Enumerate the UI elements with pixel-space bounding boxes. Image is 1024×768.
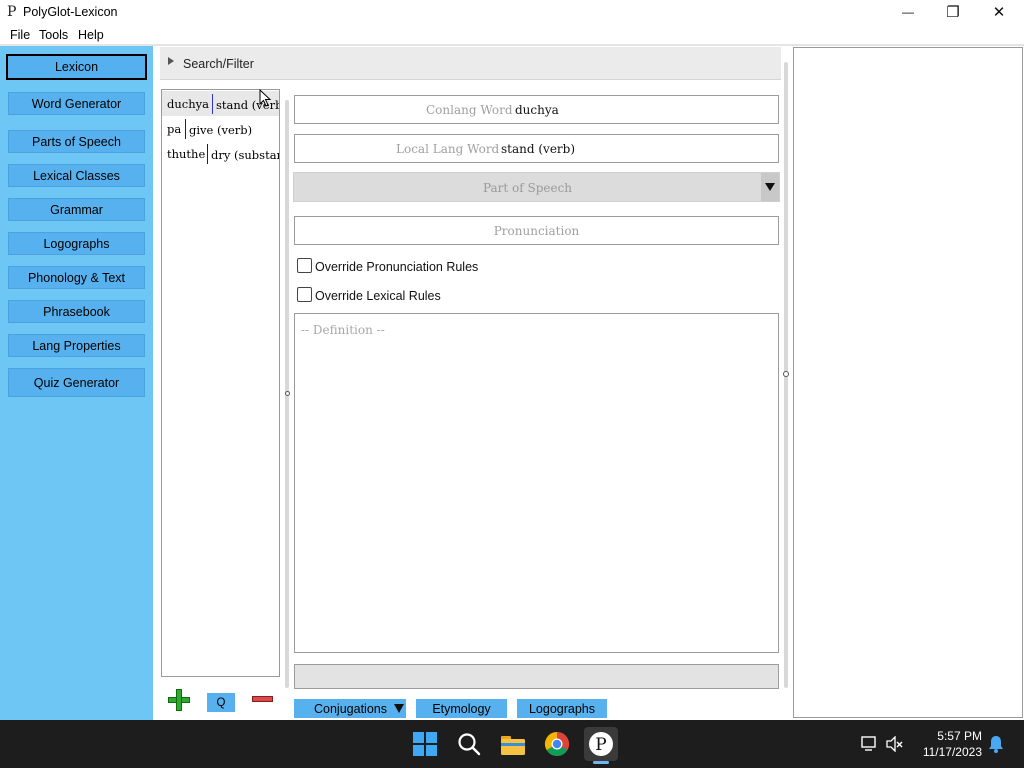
start-icon[interactable] [412, 731, 438, 757]
clock-time[interactable]: 5:57 PM [920, 729, 982, 743]
conlang-word-placeholder: Conlang Word [426, 103, 513, 117]
sidebar-item-word-generator[interactable]: Word Generator [8, 92, 145, 115]
conjugations-label: Conjugations [314, 701, 387, 716]
conlang-word: duchya [167, 97, 209, 111]
definition-placeholder: -- Definition -- [301, 323, 385, 337]
menu-file[interactable]: File [10, 28, 30, 42]
logographs-button[interactable]: Logographs [517, 699, 607, 718]
local-word-value: stand (verb) [501, 142, 576, 156]
column-separator [185, 119, 186, 139]
close-button[interactable]: ✕ [976, 0, 1022, 24]
override-pronunciation-checkbox[interactable] [297, 258, 312, 273]
sidebar-item-phrasebook[interactable]: Phrasebook [8, 300, 145, 323]
dropdown-button[interactable] [761, 173, 779, 201]
column-separator [207, 144, 208, 164]
detail-bottom-field[interactable] [294, 664, 779, 689]
quick-entry-button[interactable]: Q [207, 693, 235, 712]
word-list[interactable]: duchya stand (verb) pa give (verb) thuth… [161, 89, 280, 677]
sidebar-item-quiz-generator[interactable]: Quiz Generator [8, 368, 145, 397]
active-app-indicator [593, 761, 609, 764]
splitter-handle-icon[interactable] [285, 391, 290, 396]
definition-textarea[interactable]: -- Definition -- [294, 313, 779, 653]
polyglot-icon[interactable]: P [588, 731, 614, 757]
local-word-field[interactable]: Local Lang Word stand (verb) [294, 134, 779, 163]
close-icon: ✕ [992, 4, 1006, 21]
pronunciation-placeholder: Pronunciation [493, 224, 580, 238]
network-icon[interactable] [860, 736, 878, 752]
restore-icon: ❐ [946, 4, 960, 21]
clock-date[interactable]: 11/17/2023 [912, 745, 982, 759]
sidebar-item-lexical-classes[interactable]: Lexical Classes [8, 164, 145, 187]
menu-divider [0, 44, 1024, 46]
menu-bar [0, 24, 1024, 45]
svg-text:P: P [595, 735, 606, 755]
word-list-item[interactable]: thuthe dry (substan [162, 141, 279, 166]
pronunciation-field[interactable]: Pronunciation [294, 216, 779, 245]
app-icon: P [7, 4, 17, 20]
chevron-down-icon[interactable] [394, 704, 404, 713]
conlang-word: pa [167, 122, 182, 136]
chevron-down-icon [765, 183, 775, 191]
sidebar-item-logographs[interactable]: Logographs [8, 232, 145, 255]
plus-icon-center [177, 698, 181, 702]
local-word-placeholder: Local Lang Word [396, 142, 500, 156]
search-icon[interactable] [456, 731, 482, 757]
conjugations-button[interactable]: Conjugations [294, 699, 406, 718]
conlang-word-value: duchya [515, 103, 559, 117]
chrome-icon[interactable] [544, 731, 570, 757]
splitter-handle-icon[interactable] [783, 371, 789, 377]
local-word: give (verb) [189, 123, 253, 137]
override-lexical-checkbox[interactable] [297, 287, 312, 302]
sidebar-item-phonology-text[interactable]: Phonology & Text [8, 266, 145, 289]
override-lexical-label: Override Lexical Rules [315, 289, 441, 303]
part-of-speech-select[interactable]: Part of Speech [293, 172, 780, 202]
mouse-cursor-icon [259, 89, 272, 107]
part-of-speech-placeholder: Part of Speech [482, 181, 573, 195]
window-title: PolyGlot-Lexicon [23, 5, 118, 19]
search-filter-label[interactable]: Search/Filter [183, 57, 254, 71]
notification-bell-icon[interactable] [988, 735, 1004, 753]
minimize-icon: — [902, 5, 914, 19]
local-word: dry (substan [211, 148, 279, 162]
minimize-button[interactable]: — [885, 0, 931, 24]
sidebar-item-parts-of-speech[interactable]: Parts of Speech [8, 130, 145, 153]
expand-arrow-icon[interactable] [168, 57, 174, 65]
menu-help[interactable]: Help [78, 28, 104, 42]
conlang-word-field[interactable]: Conlang Word duchya [294, 95, 779, 124]
menu-tools[interactable]: Tools [39, 28, 68, 42]
column-separator [212, 94, 213, 114]
word-list-item[interactable]: pa give (verb) [162, 116, 279, 141]
override-pronunciation-label: Override Pronunciation Rules [315, 260, 479, 274]
sidebar-item-lang-properties[interactable]: Lang Properties [8, 334, 145, 357]
delete-word-button[interactable] [252, 696, 273, 702]
etymology-button[interactable]: Etymology [416, 699, 507, 718]
title-bar [0, 0, 1024, 24]
maximize-button[interactable]: ❐ [930, 0, 976, 24]
right-panel [793, 47, 1023, 718]
volume-muted-icon[interactable] [885, 736, 905, 752]
add-word-button[interactable] [168, 689, 190, 711]
file-explorer-icon[interactable] [500, 731, 526, 757]
conlang-word: thuthe [167, 147, 206, 161]
sidebar-item-lexicon[interactable]: Lexicon [6, 54, 147, 80]
sidebar-item-grammar[interactable]: Grammar [8, 198, 145, 221]
